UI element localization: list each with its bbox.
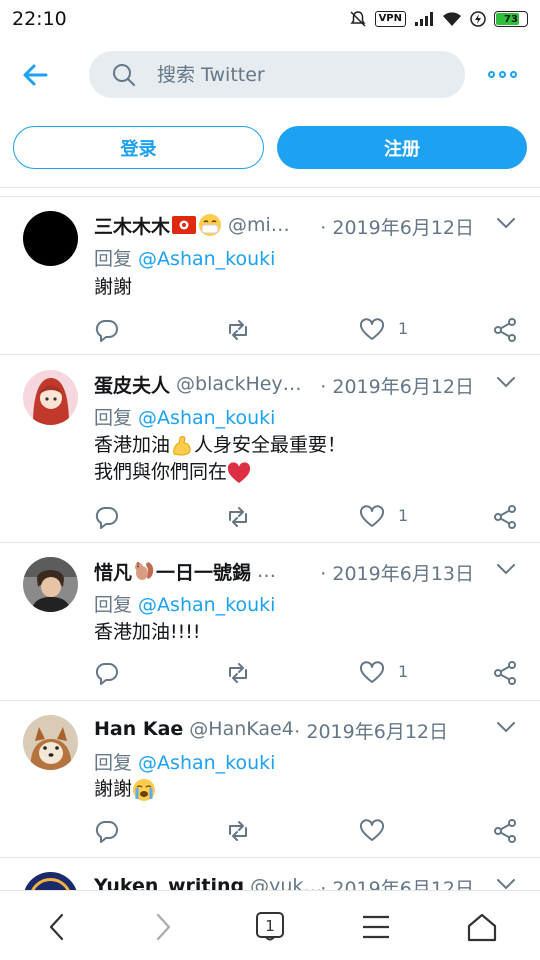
reply-icon[interactable] — [94, 660, 120, 686]
tweet-author-name[interactable]: 三木木木 — [94, 212, 170, 239]
reply-mention-link[interactable]: @Ashan_kouki — [138, 594, 275, 616]
reply-mention-link[interactable]: @Ashan_kouki — [138, 752, 275, 774]
reply-icon[interactable] — [94, 818, 120, 844]
tweet-author-name[interactable]: 蛋皮夫人 — [94, 371, 170, 398]
status-icons: VPN 73 — [349, 10, 528, 28]
more-icon[interactable] — [488, 66, 522, 82]
chipmunk-emoji-icon — [135, 562, 154, 580]
tweet-handle: @HanKae4 — [189, 718, 294, 740]
signal-icon — [415, 12, 433, 26]
tweet-text: 謝謝 — [94, 276, 133, 298]
flexed-biceps-emoji-icon — [173, 435, 191, 455]
charging-icon — [470, 11, 486, 27]
tweet-header: 蛋皮夫人 @blackHey… · 2019年6月12日 — [94, 370, 474, 398]
mute-bell-icon — [350, 11, 366, 27]
menu-icon[interactable] — [358, 909, 394, 945]
red-heart-emoji-icon — [227, 461, 251, 483]
loudly-crying-face-emoji-icon — [133, 778, 156, 801]
tweet-date[interactable]: · 2019年6月12日 — [320, 213, 474, 240]
like-count: 1 — [398, 319, 409, 338]
tabs-icon[interactable]: 1 — [252, 909, 288, 945]
retweet-icon[interactable] — [225, 504, 251, 530]
tweet-date[interactable]: · 2019年6月13日 — [320, 559, 474, 586]
chevron-down-icon[interactable] — [496, 563, 516, 575]
tweet-actions: 1 — [94, 317, 524, 345]
svg-text:1: 1 — [265, 917, 275, 935]
search-bar[interactable] — [89, 51, 465, 98]
tweet-author-name[interactable]: Han Kae — [94, 718, 183, 740]
tweet-item[interactable]: Han Kae @HanKae4 · 2019年6月12日 回复 @Ashan_… — [0, 701, 540, 858]
tweet-item[interactable]: 蛋皮夫人 @blackHey… · 2019年6月12日 回复 @Ashan_k… — [0, 356, 540, 543]
reply-mention-link[interactable]: @Ashan_kouki — [138, 407, 275, 429]
back-arrow-icon[interactable] — [18, 58, 52, 92]
retweet-icon[interactable] — [225, 818, 251, 844]
like-icon[interactable] — [359, 660, 385, 686]
tweet-item[interactable]: 惜凡 一日一號錫 … · 2019年6月13日 回复 @Ashan_kouki … — [0, 543, 540, 701]
reply-context: 回复 @Ashan_kouki — [94, 407, 276, 429]
tweet-header: 惜凡 一日一號錫 … · 2019年6月13日 — [94, 557, 474, 585]
share-icon[interactable] — [492, 504, 518, 530]
tweet-handle: @blackHey… — [176, 373, 302, 395]
reply-icon[interactable] — [94, 317, 120, 343]
chevron-down-icon[interactable] — [496, 721, 516, 733]
reply-context: 回复 @Ashan_kouki — [94, 248, 276, 270]
tweet-header: 三木木木 @mi… · 2019年6月12日 — [94, 211, 474, 239]
tweet-handle: @mi… — [228, 214, 290, 236]
tweet-item[interactable]: 三木木木 @mi… · 2019年6月12日 回复 @Ashan_kouki 謝… — [0, 197, 540, 355]
chevron-down-icon[interactable] — [496, 878, 516, 890]
tweet-author-name[interactable]: 惜凡 — [94, 558, 132, 585]
tweet-actions: 1 — [94, 660, 524, 688]
avatar[interactable] — [23, 715, 78, 770]
tweet-handle: … — [257, 560, 277, 582]
nav-back-icon[interactable] — [39, 909, 75, 945]
tweet-header: Han Kae @HanKae4 · 2019年6月12日 — [94, 715, 474, 743]
search-input[interactable] — [157, 63, 417, 86]
chevron-down-icon[interactable] — [496, 217, 516, 229]
chevron-down-icon[interactable] — [496, 376, 516, 388]
avatar[interactable] — [23, 211, 78, 266]
nav-forward-icon[interactable] — [145, 909, 181, 945]
divider — [0, 187, 540, 188]
login-button[interactable]: 登录 — [13, 126, 264, 169]
tweet-date[interactable]: · 2019年6月12日 — [320, 372, 474, 399]
reply-mention-link[interactable]: @Ashan_kouki — [138, 248, 275, 270]
search-icon — [113, 63, 135, 86]
tweet-actions: 1 — [94, 504, 524, 532]
status-time: 22:10 — [12, 8, 67, 30]
tweet-date[interactable]: · 2019年6月12日 — [294, 717, 448, 744]
share-icon[interactable] — [492, 660, 518, 686]
like-icon[interactable] — [359, 504, 385, 530]
retweet-icon[interactable] — [225, 317, 251, 343]
tweet-text: 香港加油 人身安全最重要！ 我們與你們同在 — [94, 434, 347, 483]
mask-face-emoji-icon — [199, 214, 222, 236]
share-icon[interactable] — [492, 317, 518, 343]
share-icon[interactable] — [492, 818, 518, 844]
reply-context: 回复 @Ashan_kouki — [94, 594, 276, 616]
like-icon[interactable] — [359, 818, 385, 844]
hong-kong-flag-icon — [172, 216, 197, 234]
signup-button[interactable]: 注册 — [277, 126, 527, 169]
status-bar: 22:10 VPN 73 — [0, 0, 540, 38]
top-bar — [0, 48, 540, 100]
retweet-icon[interactable] — [225, 660, 251, 686]
avatar[interactable] — [23, 557, 78, 612]
reply-icon[interactable] — [94, 504, 120, 530]
vpn-badge: VPN — [374, 11, 406, 27]
tweet-author-name-suffix[interactable]: 一日一號錫 — [156, 558, 251, 585]
battery-indicator: 73 — [494, 11, 528, 27]
tweet-text: 香港加油!!!! — [94, 621, 201, 643]
browser-bottom-nav: 1 — [0, 890, 540, 960]
avatar[interactable] — [23, 370, 78, 425]
home-icon[interactable] — [464, 909, 500, 945]
like-count: 1 — [398, 662, 409, 681]
auth-buttons: 登录 注册 — [13, 126, 527, 170]
like-count: 1 — [398, 506, 409, 525]
tweet-actions — [94, 818, 524, 846]
wifi-icon — [443, 12, 461, 26]
tweet-text: 謝謝 — [94, 776, 156, 803]
reply-context: 回复 @Ashan_kouki — [94, 752, 276, 774]
like-icon[interactable] — [359, 317, 385, 343]
